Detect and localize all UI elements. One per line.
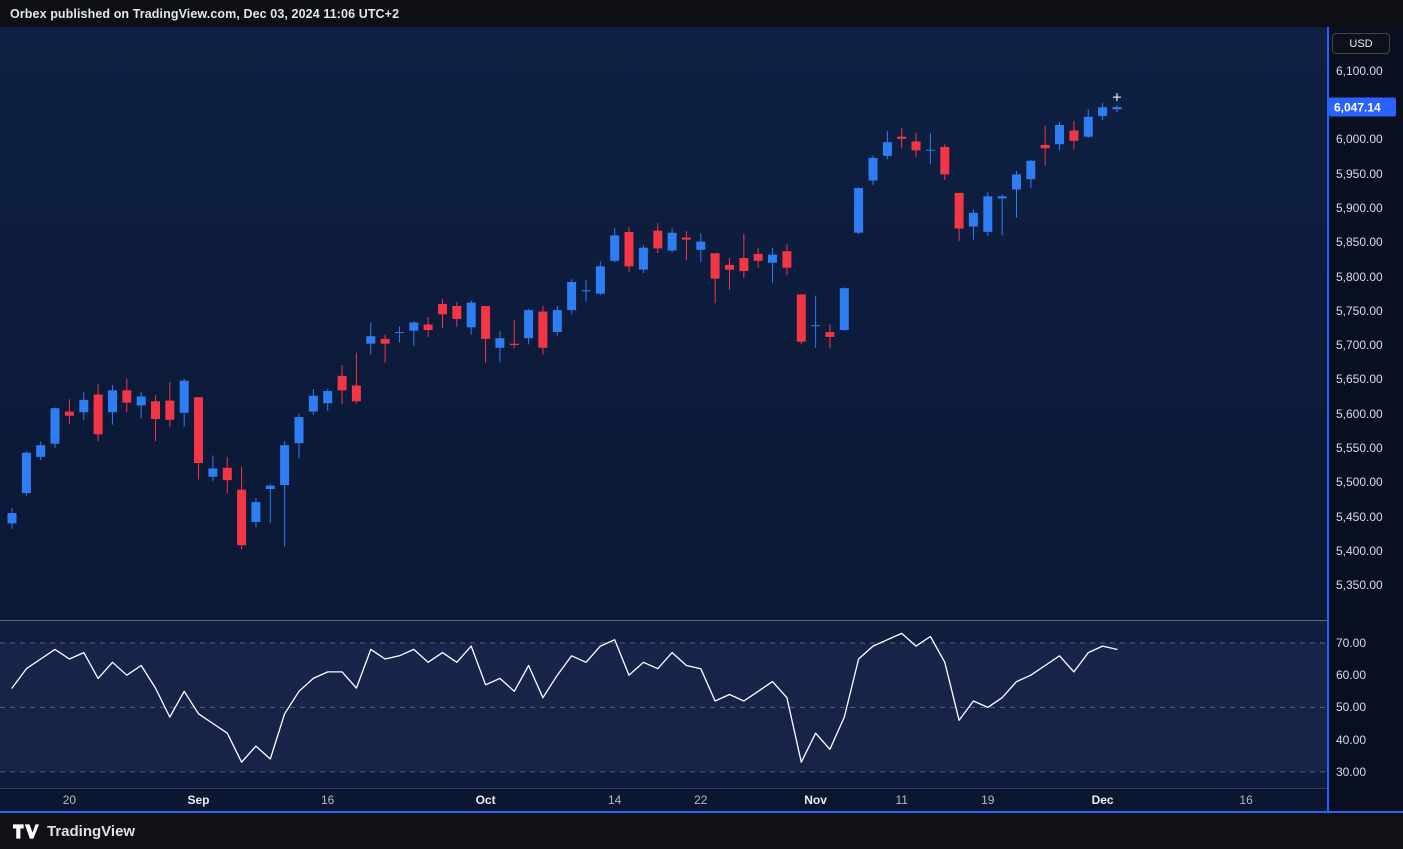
rsi-axis-label: 70.00 bbox=[1336, 635, 1367, 650]
tradingview-logo-icon[interactable] bbox=[13, 823, 39, 839]
time-axis-label: 22 bbox=[694, 793, 708, 807]
price-axis-label: 5,900.00 bbox=[1336, 201, 1383, 215]
time-axis-label: 16 bbox=[1239, 793, 1253, 807]
time-axis-label: 20 bbox=[62, 793, 77, 807]
time-axis-label: Nov bbox=[804, 793, 827, 807]
chart-panes: 20 Sep 16 Oct 14 22 Nov 11 19 Dec 16 bbox=[0, 27, 1327, 811]
currency-toggle-button[interactable]: USD bbox=[1332, 33, 1390, 54]
price-axis-label: 6,000.00 bbox=[1336, 132, 1383, 147]
price-axis[interactable]: USD 6,100.00 6,000.00 5,950.00 5,900.00 5,85… bbox=[1327, 27, 1403, 811]
publish-banner: Orbex published on TradingView.com, Dec … bbox=[0, 0, 1403, 27]
time-axis-label: Sep bbox=[187, 793, 210, 807]
time-axis-label: 16 bbox=[321, 793, 335, 807]
price-axis-label: 5,400.00 bbox=[1336, 543, 1383, 558]
time-axis-label: Dec bbox=[1091, 793, 1114, 807]
time-axis[interactable]: 20 Sep 16 Oct 14 22 Nov 11 19 Dec 16 bbox=[0, 788, 1327, 811]
price-axis-label: 5,600.00 bbox=[1336, 406, 1383, 421]
time-axis-label: 14 bbox=[608, 793, 622, 807]
price-axis-label: 5,800.00 bbox=[1336, 269, 1383, 284]
price-axis-label: 5,850.00 bbox=[1336, 235, 1383, 250]
page: Orbex published on TradingView.com, Dec … bbox=[0, 0, 1403, 849]
footer: TradingView bbox=[0, 813, 1403, 849]
time-axis-label: 19 bbox=[981, 793, 995, 807]
last-bar-marker bbox=[1112, 93, 1121, 102]
candlestick-chart[interactable] bbox=[0, 27, 1327, 620]
rsi-chart[interactable] bbox=[0, 621, 1327, 788]
chart-container: 20 Sep 16 Oct 14 22 Nov 11 19 Dec 16 USD 6,100.00 6… bbox=[0, 27, 1403, 813]
price-axis-label: 5,950.00 bbox=[1336, 166, 1383, 181]
time-axis-label: Oct bbox=[475, 793, 496, 807]
price-axis-label: 5,700.00 bbox=[1336, 338, 1383, 353]
rsi-axis-label: 60.00 bbox=[1336, 668, 1367, 683]
price-axis-label: 6,100.00 bbox=[1336, 63, 1383, 78]
price-axis-label: 5,550.00 bbox=[1336, 440, 1383, 455]
price-axis-label: 5,450.00 bbox=[1336, 509, 1383, 524]
rsi-axis-label: 40.00 bbox=[1336, 732, 1367, 747]
price-axis-label: 5,500.00 bbox=[1336, 475, 1383, 490]
last-price-badge: 6,047.14 bbox=[1329, 97, 1396, 117]
publish-banner-text: Orbex published on TradingView.com, Dec … bbox=[10, 6, 400, 21]
price-axis-label: 5,350.00 bbox=[1336, 578, 1383, 592]
rsi-axis-label: 30.00 bbox=[1336, 764, 1367, 779]
price-axis-label: 5,750.00 bbox=[1336, 303, 1383, 318]
time-axis-label: 11 bbox=[895, 793, 908, 807]
price-axis-label: 5,650.00 bbox=[1336, 372, 1383, 387]
rsi-axis-label: 50.00 bbox=[1336, 700, 1367, 715]
tradingview-wordmark[interactable]: TradingView bbox=[47, 823, 135, 840]
